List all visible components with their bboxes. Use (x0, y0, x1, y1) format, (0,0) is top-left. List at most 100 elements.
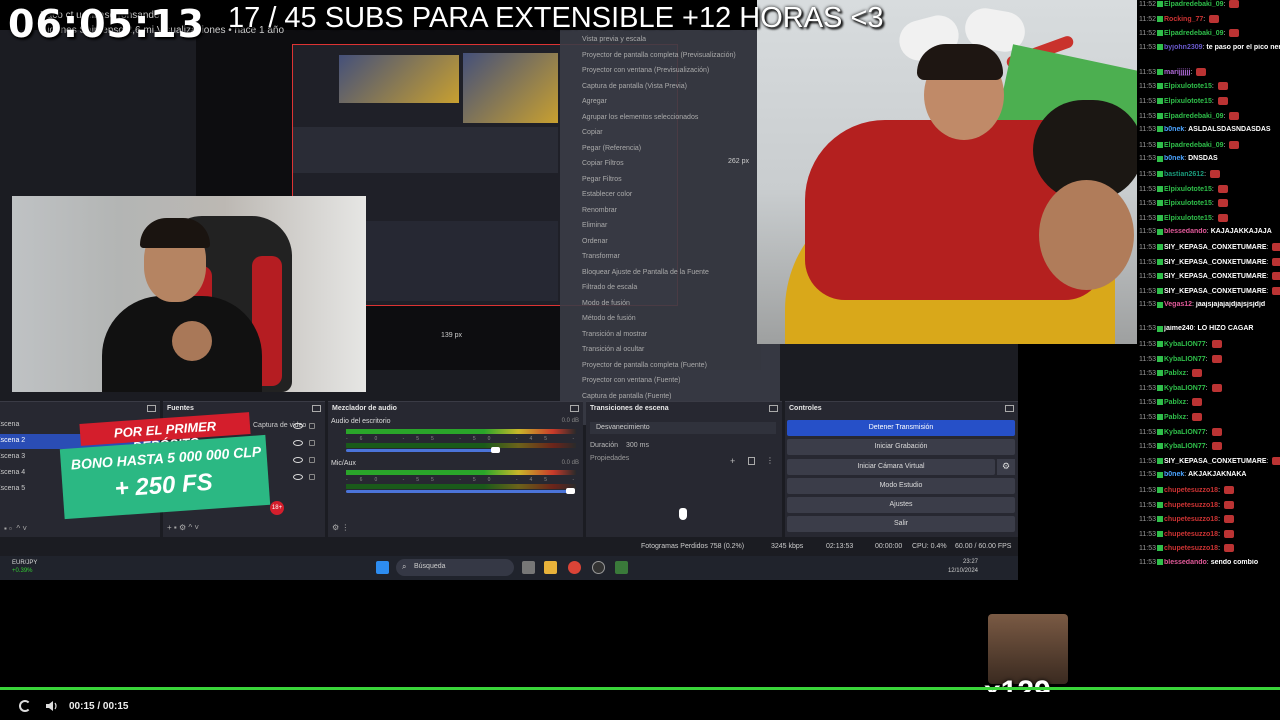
chat-username[interactable]: Pablxz (1164, 370, 1186, 377)
dock-float-icon[interactable] (570, 405, 579, 412)
chat-username[interactable]: b0nek (1164, 471, 1184, 478)
context-menu-item[interactable]: Filtrado de escala (582, 284, 637, 291)
obs-icon[interactable] (592, 561, 605, 574)
chat-username[interactable]: chupetesuzzo18 (1164, 545, 1218, 552)
chat-username[interactable]: Pablxz (1164, 399, 1186, 406)
context-menu-item[interactable]: Agrupar los elementos seleccionados (582, 114, 698, 121)
chat-username[interactable]: SIY_KEPASA_CONXETUMARE (1164, 258, 1267, 265)
volume-icon[interactable] (46, 701, 58, 711)
chat-username[interactable]: b0nek (1164, 155, 1184, 162)
chat-username[interactable]: b0nek (1164, 126, 1184, 133)
eye-icon[interactable] (293, 423, 303, 429)
taskbar-search[interactable]: ⌕ Búsqueda (396, 559, 514, 576)
eye-icon[interactable] (293, 440, 303, 446)
context-menu-item[interactable]: Proyector de pantalla completa (Previsua… (582, 52, 736, 59)
chat-username[interactable]: Elpadredebaki_09 (1164, 1, 1224, 8)
context-menu-item[interactable]: Proyector con ventana (Previsualización) (582, 67, 709, 74)
context-menu-item[interactable]: Proyector de pantalla completa (Fuente) (582, 362, 707, 369)
context-menu-item[interactable]: Transición al mostrar (582, 331, 647, 338)
properties-label[interactable]: Propiedades (590, 455, 629, 462)
volume-slider[interactable] (346, 490, 571, 493)
context-menu-item[interactable]: Transición al ocultar (582, 346, 644, 353)
chat-username[interactable]: marijjjjjj (1164, 69, 1190, 76)
volume-slider-handle[interactable] (566, 488, 575, 494)
dock-float-icon[interactable] (147, 405, 156, 412)
file-explorer-icon[interactable] (544, 561, 557, 574)
context-menu-item[interactable]: Establecer color (582, 191, 632, 198)
task-view-icon[interactable] (522, 561, 535, 574)
chat-username[interactable]: Elpixulotote15 (1164, 83, 1212, 90)
mixer-toolbar[interactable]: ⚙ ⋮ (332, 523, 349, 532)
chat-username[interactable]: KybaLION77 (1164, 428, 1206, 435)
context-menu-item[interactable]: Pegar (Referencia) (582, 145, 641, 152)
chat-username[interactable]: Vegas12 (1164, 301, 1192, 308)
context-menu-item[interactable]: Modo de fusión (582, 300, 630, 307)
stop-streaming-button[interactable]: Detener Transmisión (787, 420, 1015, 436)
dock-float-icon[interactable] (1005, 405, 1014, 412)
context-menu-item[interactable]: Vista previa y escala (582, 36, 646, 43)
context-menu-item[interactable]: Bloquear Ajuste de Pantalla de la Fuente (582, 269, 709, 276)
transition-select[interactable]: Desvanecimiento (590, 422, 776, 434)
chat-username[interactable]: Rocking_77 (1164, 15, 1203, 22)
exit-button[interactable]: Salir (787, 516, 1015, 532)
chat-username[interactable]: blessedando (1164, 559, 1207, 566)
chat-username[interactable]: chupetesuzzo18 (1164, 531, 1218, 538)
chat-username[interactable]: Elpixulotote15 (1164, 98, 1212, 105)
gear-icon[interactable]: ⚙ (997, 459, 1015, 475)
chat-username[interactable]: SIY_KEPASA_CONXETUMARE (1164, 244, 1267, 251)
chat-username[interactable]: chupetesuzzo18 (1164, 487, 1218, 494)
start-recording-button[interactable]: Iniciar Grabación (787, 439, 1015, 455)
replay-icon[interactable] (19, 700, 31, 712)
chat-username[interactable]: chupetesuzzo18 (1164, 516, 1218, 523)
chat-username[interactable]: Elpixulotote15 (1164, 185, 1212, 192)
context-menu-item[interactable]: Ordenar (582, 238, 608, 245)
chat-username[interactable]: KybaLION77 (1164, 355, 1206, 362)
source-toolbar[interactable]: + ▪ ⚙ ^ ˅ (167, 523, 199, 532)
settings-button[interactable]: Ajustes (787, 497, 1015, 513)
stock-ticker[interactable]: EUR/JPY (12, 560, 37, 566)
volume-slider-handle[interactable] (491, 447, 500, 453)
add-transition-icon[interactable]: + (730, 456, 735, 466)
start-virtual-camera-button[interactable]: Iniciar Cámara Virtual (787, 459, 995, 475)
scene-toolbar[interactable]: ▪ ▫ ^ ˅ (4, 524, 27, 533)
lock-icon[interactable] (309, 474, 315, 480)
dock-float-icon[interactable] (312, 405, 321, 412)
chat-username[interactable]: Elpixulotote15 (1164, 215, 1212, 222)
context-menu-item[interactable]: Copiar Filtros (582, 160, 624, 167)
context-menu-item[interactable]: Captura de pantalla (Fuente) (582, 393, 672, 400)
lock-icon[interactable] (309, 423, 315, 429)
context-menu-item[interactable]: Renombrar (582, 207, 617, 214)
chat-username[interactable]: KybaLION77 (1164, 341, 1206, 348)
chrome-icon[interactable] (568, 561, 581, 574)
context-menu-item[interactable]: Método de fusión (582, 315, 636, 322)
more-icon[interactable]: ⋮ (766, 456, 774, 465)
video-progress-bar[interactable] (0, 687, 1280, 690)
context-menu-item[interactable]: Captura de pantalla (Vista Previa) (582, 83, 687, 90)
chat-username[interactable]: blessedando (1164, 228, 1207, 235)
windows-start-icon[interactable] (376, 561, 389, 574)
chat-username[interactable]: Pablxz (1164, 414, 1186, 421)
volume-slider[interactable] (346, 449, 496, 452)
chat-username[interactable]: SIY_KEPASA_CONXETUMARE (1164, 273, 1267, 280)
app-icon[interactable] (615, 561, 628, 574)
context-menu-item[interactable]: Proyector con ventana (Fuente) (582, 377, 680, 384)
context-menu-item[interactable]: Pegar Filtros (582, 176, 622, 183)
context-menu[interactable]: Vista previa y escala Proyector de pantal… (560, 30, 780, 425)
chat-username[interactable]: KybaLION77 (1164, 385, 1206, 392)
chat-username[interactable]: Elpixulotote15 (1164, 200, 1212, 207)
chat-username[interactable]: Elpadredebaki_09 (1164, 30, 1224, 37)
chat-username[interactable]: Elpadredebaki_09 (1164, 142, 1224, 149)
chat-username[interactable]: KybaLION77 (1164, 443, 1206, 450)
dock-float-icon[interactable] (769, 405, 778, 412)
chat-username[interactable]: Elpadredebaki_09 (1164, 112, 1224, 119)
chat-username[interactable]: chupetesuzzo18 (1164, 501, 1218, 508)
duration-field[interactable]: 300 ms (626, 442, 649, 449)
chat-username[interactable]: byjohn2309 (1164, 44, 1203, 51)
lock-icon[interactable] (309, 440, 315, 446)
chat-username[interactable]: SIY_KEPASA_CONXETUMARE (1164, 288, 1267, 295)
context-menu-item[interactable]: Transformar (582, 253, 620, 260)
context-menu-item[interactable]: Copiar (582, 129, 603, 136)
context-menu-item[interactable]: Agregar (582, 98, 607, 105)
chat-username[interactable]: bastian2612 (1164, 171, 1204, 178)
eye-icon[interactable] (293, 457, 303, 463)
